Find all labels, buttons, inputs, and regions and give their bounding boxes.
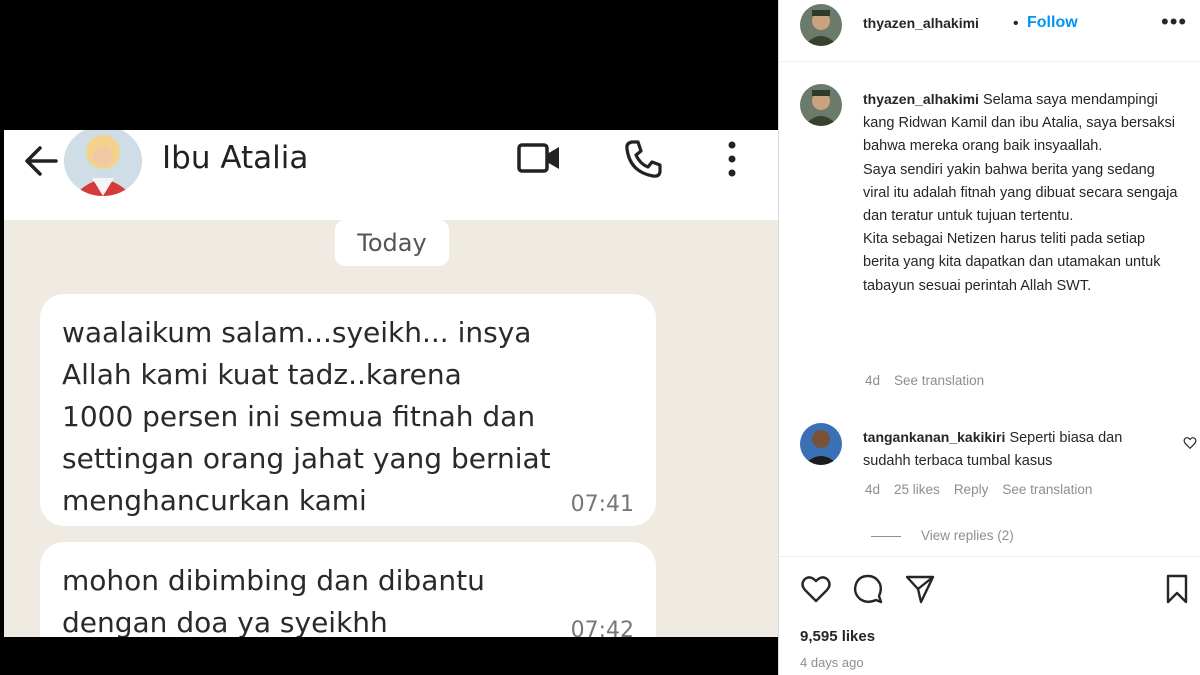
comment-likes[interactable]: 25 likes [894, 482, 940, 497]
chat-body: Today waalaikum salam...syeikh... insya … [4, 220, 778, 637]
view-replies-label: View replies (2) [921, 528, 1014, 543]
message-bubble: mohon dibimbing dan dibantu dengan doa y… [40, 542, 656, 637]
message-time: 07:41 [570, 492, 634, 517]
heart-icon[interactable] [800, 573, 832, 605]
comment-icon[interactable] [852, 573, 884, 605]
reply-button[interactable]: Reply [954, 482, 989, 497]
commenter-avatar[interactable] [800, 423, 842, 465]
separator-dot: • [1013, 15, 1019, 32]
post-caption: thyazen_alhakimi Selama saya mendampingi… [863, 88, 1183, 298]
more-options-button[interactable]: ••• [1161, 9, 1187, 35]
caption-age: 4d [865, 373, 881, 388]
message-text: mohon dibimbing dan dibantu dengan doa y… [62, 564, 485, 637]
message-bubble: waalaikum salam...syeikh... insya Allah … [40, 294, 656, 526]
chat-screenshot: Ibu Atalia Today waalaikum salam...syeik… [4, 130, 778, 637]
comment-translate-link[interactable]: See translation [1002, 482, 1092, 497]
view-replies-button[interactable]: View replies (2) [871, 528, 1014, 543]
video-call-icon[interactable] [516, 138, 562, 178]
likes-count[interactable]: 9,595 likes [800, 628, 875, 645]
post-header: thyazen_alhakimi • Follow ••• [779, 0, 1200, 62]
caption-text: Selama saya mendampingi kang Ridwan Kami… [863, 92, 1178, 294]
follow-button[interactable]: Follow [1027, 14, 1078, 32]
caption-meta: 4d See translation [865, 373, 998, 388]
caption-avatar[interactable] [800, 84, 842, 126]
like-comment-heart-icon[interactable] [1183, 436, 1197, 450]
post-sidebar: thyazen_alhakimi • Follow ••• thyazen_al… [778, 0, 1200, 675]
contact-avatar [64, 130, 142, 196]
post-timestamp: 4 days ago [800, 655, 864, 670]
message-time: 07:42 [570, 618, 634, 637]
comment-item: tangankanan_kakikiri Seperti biasa dan s… [863, 426, 1163, 473]
comment-meta: 4d 25 likes Reply See translation [865, 482, 1106, 497]
post-actions: 9,595 likes 4 days ago [779, 556, 1200, 675]
chat-header: Ibu Atalia [4, 130, 778, 220]
share-icon[interactable] [904, 573, 936, 605]
author-username[interactable]: thyazen_alhakimi [863, 15, 979, 31]
arrow-left-icon [25, 146, 58, 176]
phone-icon[interactable] [622, 138, 664, 180]
caption-translate-link[interactable]: See translation [894, 373, 984, 388]
message-text: waalaikum salam...syeikh... insya Allah … [62, 316, 551, 517]
contact-name: Ibu Atalia [162, 140, 309, 176]
post-media[interactable]: Ibu Atalia Today waalaikum salam...syeik… [0, 0, 778, 675]
kebab-menu-icon[interactable] [722, 138, 742, 180]
date-chip: Today [335, 220, 449, 266]
comment-age: 4d [865, 482, 881, 497]
bookmark-icon[interactable] [1161, 573, 1193, 605]
author-avatar[interactable] [800, 4, 842, 46]
replies-divider [871, 535, 901, 537]
comment-username[interactable]: tangankanan_kakikiri [863, 429, 1005, 445]
caption-username[interactable]: thyazen_alhakimi [863, 91, 979, 107]
